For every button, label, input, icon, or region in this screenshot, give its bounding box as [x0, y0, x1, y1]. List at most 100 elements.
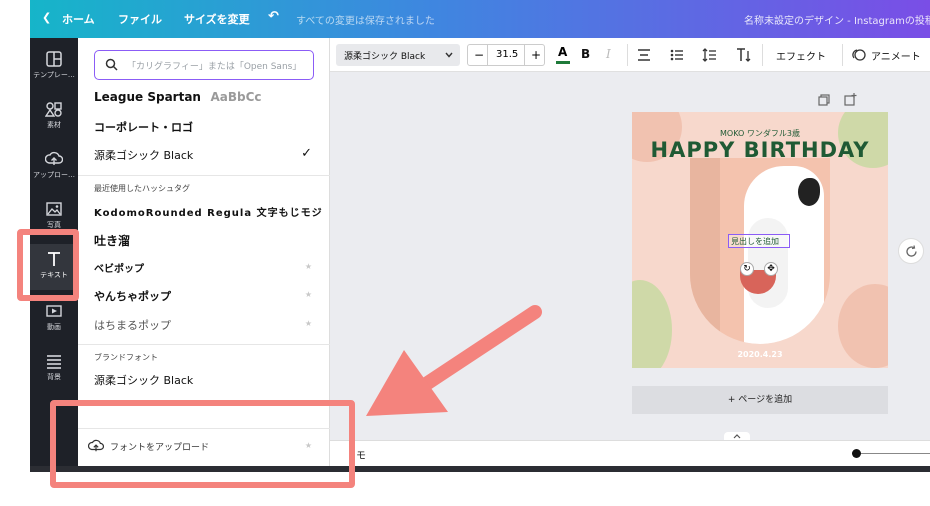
- duplicate-page-icon[interactable]: [818, 94, 830, 106]
- search-placeholder: 「カリグラフィー」または「Open Sans」: [127, 62, 302, 72]
- document-title[interactable]: 名称未設定のデザイン - Instagramの投稿: [744, 12, 930, 27]
- font-name: 源柔ゴシック Black: [94, 149, 194, 162]
- bold-button[interactable]: B: [581, 47, 590, 61]
- align-center-icon[interactable]: [637, 49, 651, 61]
- font-sample: AaBbCc: [210, 90, 262, 104]
- font-name: コーポレート・ロゴ: [94, 121, 193, 134]
- photo-icon: [46, 202, 62, 216]
- resize-menu[interactable]: サイズを変更: [184, 11, 250, 27]
- font-search-field[interactable]: 「カリグラフィー」または「Open Sans」: [94, 50, 314, 80]
- star-icon[interactable]: ★: [305, 290, 312, 299]
- curtain: [690, 158, 720, 344]
- star-icon[interactable]: ★: [305, 319, 312, 328]
- font-family-value: 源柔ゴシック Black: [344, 52, 426, 62]
- video-icon: [46, 305, 62, 317]
- add-page-button[interactable]: + ページを追加: [632, 386, 888, 414]
- dog-ear: [798, 178, 820, 206]
- color-swatch: [556, 61, 570, 64]
- font-item-genjyuu-gothic[interactable]: 源柔ゴシック Black ✓: [94, 146, 314, 175]
- line-spacing-icon[interactable]: [702, 48, 717, 62]
- chevron-down-icon: [445, 52, 453, 58]
- recent-fonts-header: 最近使用したハッシュタグ: [94, 184, 190, 193]
- search-icon: [105, 58, 118, 71]
- animate-icon: [852, 49, 866, 61]
- rail-item-elements[interactable]: 素材: [30, 94, 78, 140]
- text-direction-icon[interactable]: [736, 47, 752, 63]
- highlight-text-tab: [17, 229, 79, 301]
- selected-check-icon: ✓: [301, 146, 312, 161]
- star-icon[interactable]: ★: [305, 262, 312, 271]
- font-item-yancha-pop[interactable]: やんちゃポップ ★: [94, 288, 314, 316]
- font-name: やんちゃポップ: [94, 290, 171, 303]
- font-item-hakidame[interactable]: 吐き溜: [94, 232, 314, 260]
- title-text[interactable]: HAPPY BIRTHDAY: [632, 138, 888, 162]
- background-icon: [47, 355, 61, 369]
- elements-icon: [45, 102, 62, 117]
- zoom-slider-handle[interactable]: [852, 449, 861, 458]
- date-text[interactable]: 2020.4.23: [632, 350, 888, 359]
- font-size-input[interactable]: 31.5: [487, 45, 525, 65]
- add-page-icon[interactable]: [844, 93, 857, 106]
- rail-item-templates[interactable]: テンプレー…: [30, 44, 78, 90]
- separator: [762, 44, 763, 66]
- rail-label: テンプレー…: [33, 71, 75, 79]
- font-family-select[interactable]: 源柔ゴシック Black: [336, 44, 460, 66]
- separator: [842, 44, 843, 66]
- bullet-list-icon[interactable]: [670, 49, 684, 61]
- refresh-icon: [906, 245, 917, 257]
- italic-button[interactable]: I: [606, 47, 611, 61]
- font-name: KodomoRounded Regula 文字もじモジ: [94, 208, 323, 219]
- font-name: League Spartan: [94, 90, 201, 104]
- annotation-arrow: [366, 305, 542, 416]
- font-item-babypop[interactable]: ベビポップ ★: [94, 260, 314, 288]
- zoom-slider-track[interactable]: [852, 453, 930, 454]
- increase-size-button[interactable]: +: [531, 48, 541, 62]
- rail-label: 背景: [47, 373, 61, 381]
- animate-button[interactable]: アニメート: [871, 48, 921, 63]
- effects-button[interactable]: エフェクト: [776, 48, 826, 63]
- font-item-kodomo-rounded[interactable]: KodomoRounded Regula 文字もじモジ: [94, 204, 322, 232]
- move-handle-icon[interactable]: ✥: [764, 262, 778, 276]
- rail-item-video[interactable]: 動画: [30, 296, 78, 342]
- font-item-league-spartan[interactable]: League Spartan AaBbCc: [94, 90, 314, 118]
- rail-item-uploads[interactable]: アップロー…: [30, 144, 78, 190]
- brand-fonts-header: ブランドフォント: [94, 353, 158, 362]
- selected-heading-text: 見出しを追加: [731, 237, 779, 246]
- font-name: はちまるポップ: [94, 319, 171, 332]
- top-bar: ❮ ホーム ファイル サイズを変更 ↶ すべての変更は保存されました 名称未設定…: [30, 0, 930, 38]
- highlight-upload-font: [50, 400, 355, 488]
- refresh-design-button[interactable]: [898, 238, 924, 264]
- file-menu[interactable]: ファイル: [118, 11, 162, 27]
- font-size-value: 31.5: [496, 49, 519, 60]
- bottom-bar: モ: [330, 440, 930, 466]
- font-name: ベビポップ: [94, 264, 144, 275]
- rotate-handle-icon[interactable]: ↻: [740, 262, 754, 276]
- font-size-stepper[interactable]: − 31.5 +: [467, 44, 545, 66]
- font-item-hachimaru-pop[interactable]: はちまるポップ ★: [94, 317, 314, 345]
- text-color-icon: A: [558, 45, 568, 59]
- design-page[interactable]: MOKO ワンダフル3歳 HAPPY BIRTHDAY 見出しを追加 ↻ ✥ 2…: [632, 112, 888, 368]
- text-toolbar: 源柔ゴシック Black − 31.5 + A B I エフェクト アニメート: [330, 38, 930, 72]
- decrease-size-button[interactable]: −: [474, 48, 484, 62]
- font-name: 吐き溜: [94, 234, 131, 248]
- divider: [78, 175, 330, 176]
- back-chevron-icon[interactable]: ❮: [42, 11, 51, 24]
- undo-icon[interactable]: ↶: [268, 9, 279, 24]
- upload-icon: [45, 151, 63, 165]
- photo-frame[interactable]: [690, 158, 830, 344]
- chevron-up-icon: [733, 434, 741, 439]
- font-item-corporate-logo[interactable]: コーポレート・ロゴ: [94, 119, 314, 147]
- rail-label: 動画: [47, 323, 61, 331]
- template-icon: [46, 51, 62, 67]
- font-item-brand-genjyuu[interactable]: 源柔ゴシック Black: [94, 372, 314, 400]
- separator: [627, 44, 628, 66]
- text-color-button[interactable]: A: [556, 45, 570, 65]
- home-button[interactable]: ホーム: [62, 11, 95, 27]
- font-name: 源柔ゴシック Black: [94, 374, 194, 387]
- text-selection-box[interactable]: 見出しを追加: [728, 234, 790, 248]
- notes-button[interactable]: モ: [356, 447, 366, 462]
- save-status: すべての変更は保存されました: [296, 16, 435, 27]
- rail-label: 素材: [47, 121, 61, 129]
- rail-item-background[interactable]: 背景: [30, 346, 78, 392]
- rail-label: アップロー…: [33, 171, 75, 179]
